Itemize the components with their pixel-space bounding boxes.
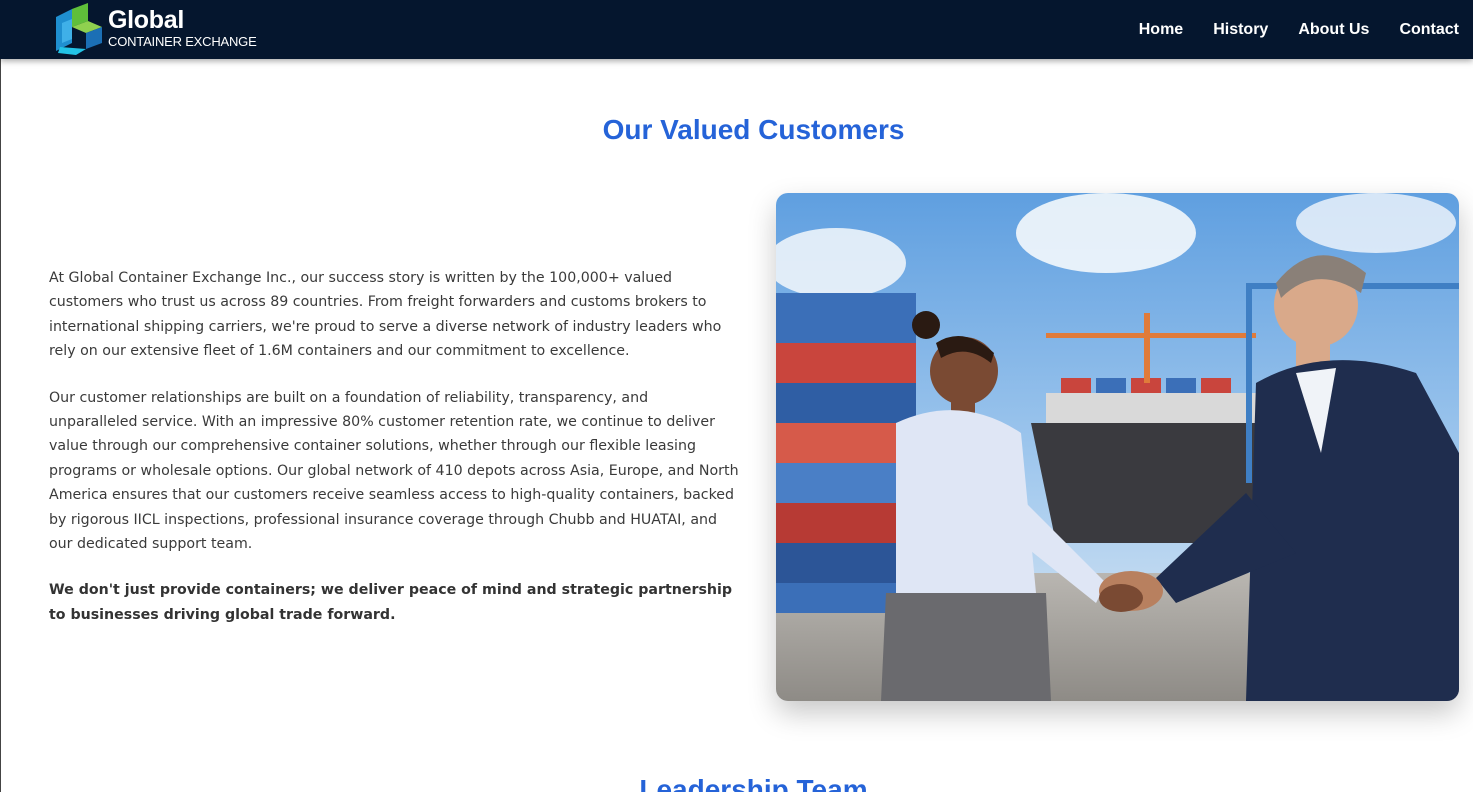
nav-history[interactable]: History — [1213, 21, 1268, 39]
page-left-border — [0, 59, 1, 792]
customers-paragraph-2: Our customer relationships are built on … — [49, 389, 739, 553]
main-nav: Home History About Us Contact — [1109, 0, 1459, 59]
customers-paragraph-1: At Global Container Exchange Inc., our s… — [49, 270, 722, 360]
brand-name: Global — [108, 6, 184, 34]
container-stack — [776, 293, 916, 613]
leadership-heading: Leadership Team — [639, 774, 868, 792]
customers-text: At Global Container Exchange Inc., our s… — [49, 266, 739, 649]
nav-about-us[interactable]: About Us — [1298, 21, 1369, 39]
brand-tagline: CONTAINER EXCHANGE — [108, 34, 257, 49]
customers-heading: Our Valued Customers — [602, 114, 905, 145]
brand-logo-link[interactable]: Global CONTAINER EXCHANGE — [52, 3, 257, 57]
handshake-illustration — [776, 193, 1459, 701]
cube-logo-icon — [56, 3, 102, 55]
handshake-port-photo — [776, 193, 1459, 701]
top-navbar: Global CONTAINER EXCHANGE Home History A… — [0, 0, 1473, 59]
customers-closing-statement: We don't just provide containers; we del… — [49, 582, 733, 623]
nav-home[interactable]: Home — [1139, 21, 1183, 39]
nav-contact[interactable]: Contact — [1399, 21, 1459, 39]
